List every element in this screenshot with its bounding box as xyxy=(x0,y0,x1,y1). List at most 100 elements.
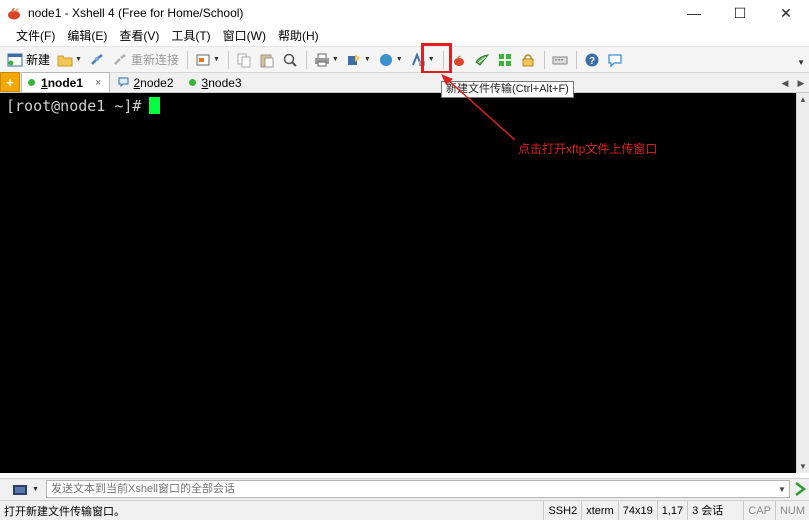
toolbar: 新建 ▼ 重新连接 ▼ ▼ ▼ ▼ ▼ ? xyxy=(0,46,809,73)
close-button[interactable]: ✕ xyxy=(763,0,809,26)
chat-button[interactable] xyxy=(604,49,626,71)
menu-file[interactable]: 文件(F) xyxy=(10,26,61,46)
toolbar-separator xyxy=(543,50,545,69)
help-icon: ? xyxy=(584,52,600,68)
keyboard-button[interactable] xyxy=(549,49,571,71)
tab-node1[interactable]: 1 node1 × xyxy=(21,72,111,92)
shell-prompt: [root@node1 ~]# xyxy=(6,97,142,115)
compose-input[interactable] xyxy=(46,480,790,498)
transfer-button[interactable]: ▼ xyxy=(343,49,374,71)
new-file-transfer-button[interactable] xyxy=(471,49,493,71)
window-controls: — ☐ ✕ xyxy=(671,0,809,26)
tab-number: 2 xyxy=(133,75,141,90)
minimize-button[interactable]: — xyxy=(671,0,717,26)
reconnect-button[interactable]: 重新连接 xyxy=(109,49,182,71)
grid-icon xyxy=(497,52,513,68)
new-file-transfer-tooltip: 新建文件传输(Ctrl+Alt+F) xyxy=(441,81,574,98)
paste-button[interactable] xyxy=(256,49,278,71)
tab-scroll-left-icon[interactable]: ◀ xyxy=(777,78,793,89)
chevron-down-icon[interactable]: ▼ xyxy=(32,486,39,493)
help-button[interactable]: ? xyxy=(581,49,603,71)
globe-icon xyxy=(378,52,394,68)
chevron-down-icon[interactable]: ▼ xyxy=(213,56,220,63)
status-bar: 打开新建文件传输窗口。 SSH2 xterm 74x19 1,17 3 会话 C… xyxy=(0,500,809,520)
terminal-line: [root@node1 ~]# xyxy=(6,97,161,115)
lock-button[interactable] xyxy=(517,49,539,71)
globe-button[interactable]: ▼ xyxy=(375,49,406,71)
menu-help[interactable]: 帮助(H) xyxy=(272,26,325,46)
status-size: 74x19 xyxy=(617,500,657,520)
new-session-button[interactable]: 新建 xyxy=(4,49,53,71)
link-icon xyxy=(89,52,105,68)
copy-button[interactable] xyxy=(233,49,255,71)
new-window-icon xyxy=(7,52,23,68)
print-button[interactable]: ▼ xyxy=(311,49,342,71)
xftp-transfer-icon xyxy=(474,52,490,68)
lock-icon xyxy=(520,52,536,68)
toolbar-separator xyxy=(305,50,307,69)
tab-label: node2 xyxy=(140,75,174,90)
highlight-box xyxy=(421,43,452,74)
send-icon[interactable] xyxy=(793,481,807,497)
search-icon xyxy=(282,52,298,68)
connect-button[interactable] xyxy=(86,49,108,71)
status-terminal-type: xterm xyxy=(581,500,618,520)
folder-icon xyxy=(57,52,73,68)
scroll-up-icon[interactable]: ▲ xyxy=(799,95,807,104)
layout-button[interactable] xyxy=(494,49,516,71)
disconnected-session-icon xyxy=(117,76,130,89)
maximize-button[interactable]: ☐ xyxy=(717,0,763,26)
svg-text:?: ? xyxy=(589,56,595,67)
reconnect-label: 重新连接 xyxy=(130,53,179,67)
properties-button[interactable]: ▼ xyxy=(192,49,223,71)
tab-close-icon[interactable]: × xyxy=(95,77,101,89)
menu-tools[interactable]: 工具(T) xyxy=(165,26,216,46)
keyboard-icon xyxy=(552,52,568,68)
status-protocol: SSH2 xyxy=(543,500,581,520)
chevron-down-icon[interactable]: ▼ xyxy=(396,56,403,63)
compose-dropdown-icon[interactable]: ▼ xyxy=(774,480,790,498)
menu-window[interactable]: 窗口(W) xyxy=(217,26,272,46)
tab-bar: + 1 node1 × 2 node2 3 node3 ◀ ▶ xyxy=(0,72,809,93)
tab-number: 1 xyxy=(41,75,48,90)
status-sessions: 3 会话 xyxy=(687,500,743,520)
terminal-scrollbar[interactable]: ▲ ▼ xyxy=(796,93,809,473)
tab-node3[interactable]: 3 node3 xyxy=(183,73,250,92)
new-session-label: 新建 xyxy=(26,53,51,67)
chat-bubble-icon xyxy=(607,52,623,68)
status-cursor-position: 1,17 xyxy=(656,500,687,520)
toolbar-separator xyxy=(227,50,229,69)
chevron-down-icon[interactable]: ▼ xyxy=(364,56,371,63)
tab-scroll-right-icon[interactable]: ▶ xyxy=(793,78,809,89)
tab-label: node3 xyxy=(208,75,242,90)
terminal-cursor xyxy=(149,97,161,114)
chevron-down-icon[interactable]: ▼ xyxy=(75,56,82,63)
add-tab-button[interactable]: + xyxy=(0,72,20,92)
menu-view[interactable]: 查看(V) xyxy=(113,26,165,46)
reconnect-icon xyxy=(112,52,128,68)
open-folder-button[interactable]: ▼ xyxy=(54,49,85,71)
tab-label: node1 xyxy=(47,75,84,90)
status-caps-lock: CAP xyxy=(743,500,775,520)
toolbar-separator xyxy=(186,50,188,69)
status-num-lock: NUM xyxy=(774,500,809,520)
transfer-icon xyxy=(346,52,362,68)
tab-number: 3 xyxy=(201,75,209,90)
annotation-text: 点击打开xftp文件上传窗口 xyxy=(518,142,658,156)
chevron-down-icon[interactable]: ▼ xyxy=(332,56,339,63)
tab-node2[interactable]: 2 node2 xyxy=(111,73,181,92)
compose-mode-icon[interactable] xyxy=(12,482,28,498)
title-bar: node1 - Xshell 4 (Free for Home/School) … xyxy=(0,0,809,26)
find-button[interactable] xyxy=(279,49,301,71)
paste-icon xyxy=(259,52,275,68)
menu-bar: 文件(F) 编辑(E) 查看(V) 工具(T) 窗口(W) 帮助(H) xyxy=(0,26,809,46)
copy-icon xyxy=(236,52,252,68)
printer-icon xyxy=(314,52,330,68)
status-message: 打开新建文件传输窗口。 xyxy=(4,505,125,518)
toolbar-overflow-icon[interactable]: ▼ xyxy=(797,58,805,67)
xshell-app-icon[interactable] xyxy=(6,5,22,21)
scroll-down-icon[interactable]: ▼ xyxy=(799,462,807,471)
properties-icon xyxy=(195,52,211,68)
terminal-area[interactable]: [root@node1 ~]# xyxy=(0,93,796,473)
menu-edit[interactable]: 编辑(E) xyxy=(61,26,113,46)
